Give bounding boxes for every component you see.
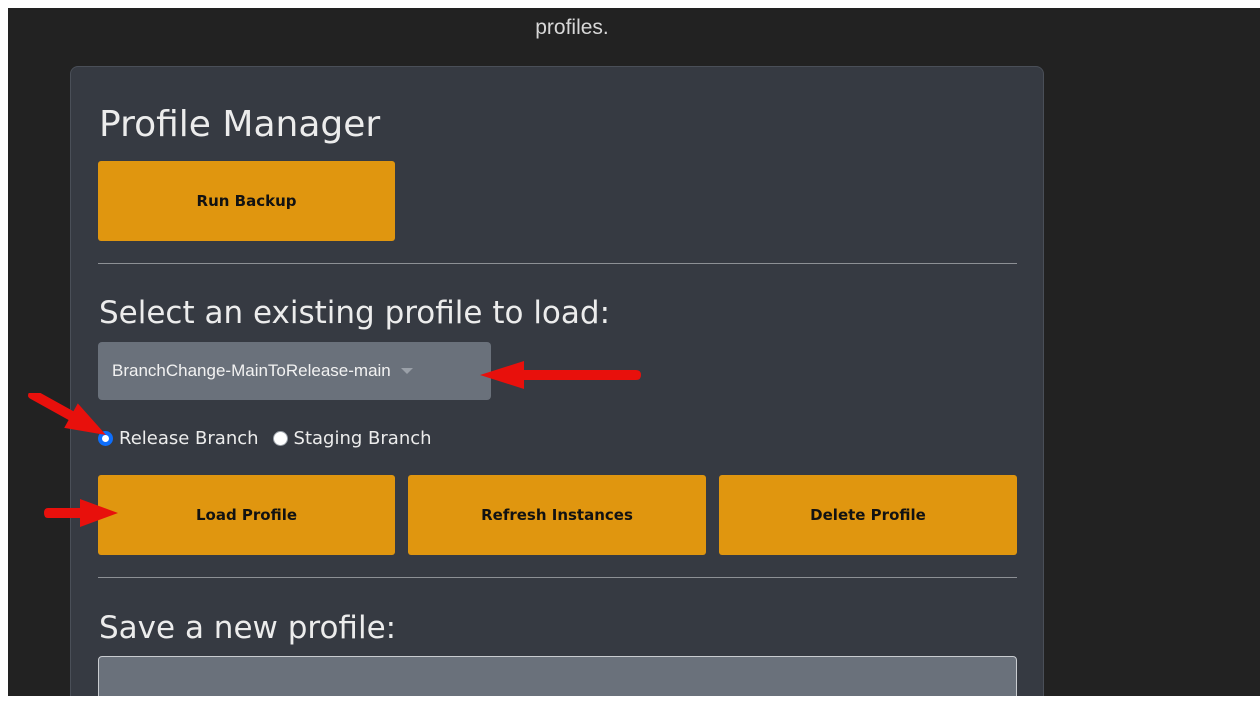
- new-profile-input[interactable]: [98, 656, 1017, 696]
- radio-checked-icon[interactable]: [98, 430, 113, 446]
- profile-manager-panel: Profile Manager Run Backup Select an exi…: [70, 66, 1044, 696]
- branch-radio-group: Release Branch Staging Branch: [98, 426, 432, 450]
- chevron-down-icon: [400, 368, 413, 374]
- section-divider: [98, 263, 1017, 264]
- radio-staging-branch[interactable]: Staging Branch: [272, 427, 432, 449]
- radio-unchecked-icon[interactable]: [272, 430, 288, 446]
- run-backup-button[interactable]: Run Backup: [98, 161, 395, 241]
- select-profile-heading: Select an existing profile to load:: [99, 295, 611, 331]
- panel-title: Profile Manager: [99, 104, 381, 145]
- section-divider: [98, 577, 1017, 578]
- delete-profile-button[interactable]: Delete Profile: [719, 475, 1017, 555]
- profile-select[interactable]: BranchChange-MainToRelease-main: [98, 342, 491, 400]
- radio-release-branch[interactable]: Release Branch: [98, 428, 259, 449]
- radio-release-branch-label: Release Branch: [119, 427, 259, 449]
- app-window: profiles. Profile Manager Run Backup Sel…: [8, 8, 1260, 696]
- save-profile-heading: Save a new profile:: [99, 610, 397, 646]
- load-profile-button[interactable]: Load Profile: [98, 475, 395, 555]
- intro-text-tail: profiles.: [535, 16, 609, 39]
- refresh-instances-button[interactable]: Refresh Instances: [408, 475, 706, 555]
- profile-select-value: BranchChange-MainToRelease-main: [112, 361, 391, 380]
- radio-staging-branch-label: Staging Branch: [293, 427, 432, 449]
